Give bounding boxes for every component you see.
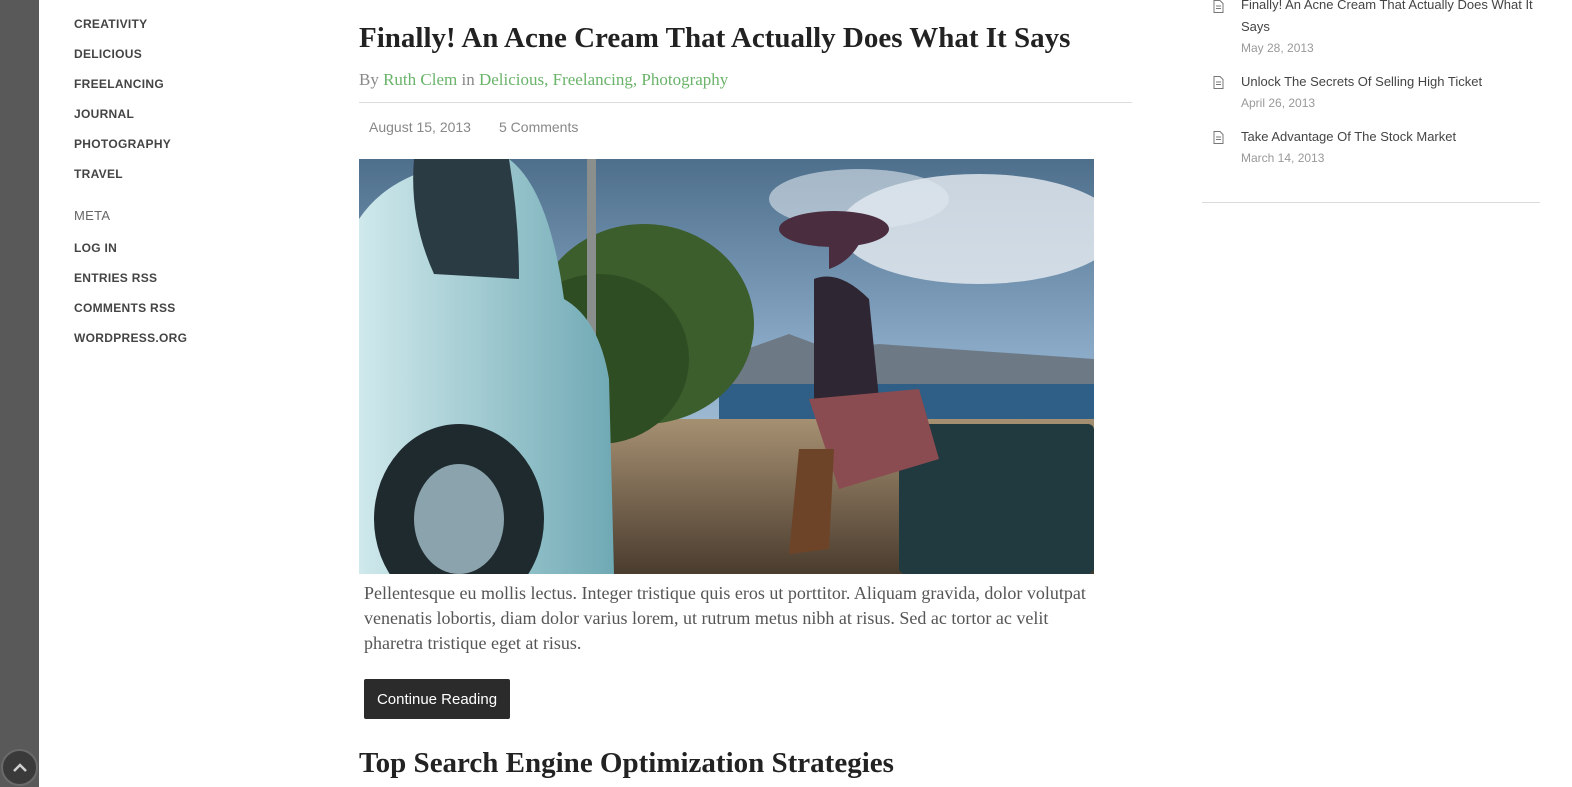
post-category-link[interactable]: Delicious: [479, 70, 544, 89]
scroll-to-top-button[interactable]: [1, 749, 38, 786]
post-excerpt: Pellentesque eu mollis lectus. Integer t…: [364, 583, 1086, 653]
post-category-link[interactable]: Photography: [641, 70, 728, 89]
meta-link[interactable]: WORDPRESS.ORG: [74, 331, 187, 361]
recent-post-date: March 14, 2013: [1241, 151, 1325, 165]
post-date: August 15, 2013: [369, 119, 471, 135]
left-edge-strip: [0, 0, 39, 787]
post-title[interactable]: Finally! An Acne Cream That Actually Doe…: [359, 22, 1070, 55]
category-link[interactable]: TRAVEL: [74, 167, 171, 197]
continue-reading-button[interactable]: Continue Reading: [364, 679, 510, 719]
document-icon: [1213, 0, 1224, 13]
author-link[interactable]: Ruth Clem: [383, 70, 457, 89]
post-comments-link[interactable]: 5 Comments: [499, 119, 578, 135]
chevron-up-icon: [12, 762, 27, 772]
recent-post-title[interactable]: Unlock The Secrets Of Selling High Ticke…: [1241, 71, 1536, 93]
recent-post-date: May 28, 2013: [1241, 41, 1314, 55]
recent-post-title[interactable]: Take Advantage Of The Stock Market: [1241, 126, 1536, 148]
by-label: By: [359, 70, 379, 89]
in-label: in: [461, 70, 475, 89]
meta-list: LOG IN ENTRIES RSS COMMENTS RSS WORDPRES…: [74, 241, 187, 361]
meta-heading: META: [74, 208, 111, 223]
category-link[interactable]: JOURNAL: [74, 107, 171, 137]
document-icon: [1213, 131, 1224, 144]
recent-post-title[interactable]: Finally! An Acne Cream That Actually Doe…: [1241, 0, 1536, 38]
comma: ,: [544, 70, 553, 89]
category-link[interactable]: PHOTOGRAPHY: [74, 137, 171, 167]
meta-link[interactable]: ENTRIES RSS: [74, 271, 187, 301]
category-list: CREATIVITY DELICIOUS FREELANCING JOURNAL…: [74, 17, 171, 197]
post-category-link[interactable]: Freelancing: [553, 70, 633, 89]
meta-link[interactable]: COMMENTS RSS: [74, 301, 187, 331]
document-icon: [1213, 76, 1224, 89]
meta-link[interactable]: LOG IN: [74, 241, 187, 271]
category-link[interactable]: DELICIOUS: [74, 47, 171, 77]
category-link[interactable]: CREATIVITY: [74, 17, 171, 47]
category-link[interactable]: FREELANCING: [74, 77, 171, 107]
post-featured-image[interactable]: [359, 159, 1094, 574]
next-post-title[interactable]: Top Search Engine Optimization Strategie…: [359, 747, 894, 780]
sidebar-divider: [1202, 202, 1540, 203]
post-divider: [359, 102, 1132, 103]
post-byline: By Ruth Clem in Delicious, Freelancing, …: [359, 70, 728, 90]
recent-post-date: April 26, 2013: [1241, 96, 1316, 110]
